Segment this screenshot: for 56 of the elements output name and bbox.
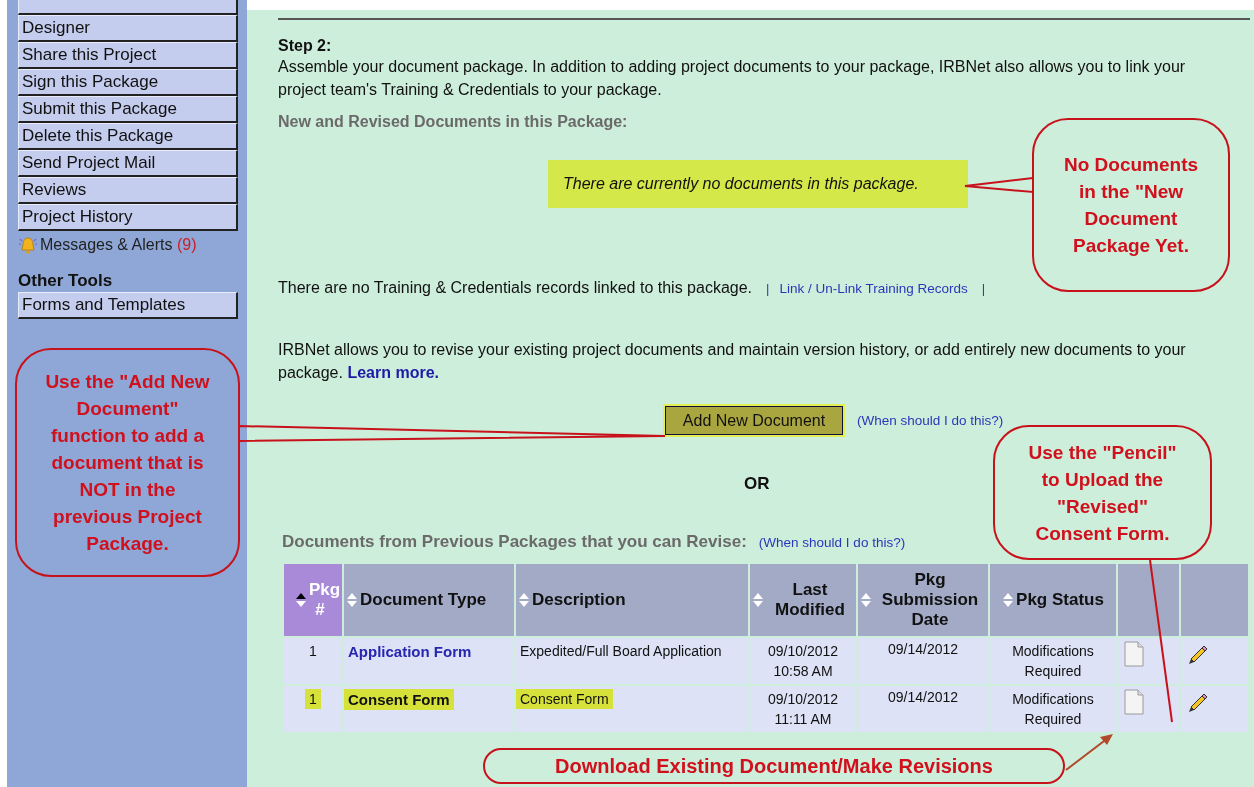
training-text: There are no Training & Credentials records linked to this package. [278, 279, 753, 297]
training-link[interactable]: Link / Un-Link Training Records [779, 281, 968, 296]
sidebar-item[interactable] [18, 0, 238, 15]
callout-pointer [964, 176, 1034, 194]
sidebar-item[interactable]: Send Project Mail [18, 150, 238, 177]
column-header[interactable]: Pkg Submission Date [857, 564, 989, 637]
intro-text: Assemble your document package. In addition to adding project documents to your package, IRBNet also allows you to link your project team's Training & Credentials to your package. [278, 57, 1187, 100]
table-cell-text: 09/10/2012 10:58 AM [766, 642, 840, 681]
separator: | [981, 281, 986, 296]
sort-icon [518, 592, 530, 608]
learn-more-link[interactable]: Learn more. [347, 364, 439, 381]
pencil-icon[interactable] [1187, 692, 1209, 714]
table-cell: 09/14/2012 [887, 689, 959, 705]
sort-icon [1002, 592, 1015, 608]
step-title: Step 2: [278, 18, 1250, 55]
help-link[interactable]: (When should I do this?) [758, 535, 906, 550]
separator: | [766, 281, 770, 296]
sort-icon [346, 592, 358, 608]
sort-icon [752, 592, 764, 608]
sidebar-item[interactable]: Forms and Templates [18, 292, 238, 319]
bell-icon [18, 235, 38, 255]
revise-text: IRBNet allows you to revise your existing project documents and maintain version history, or add entirely new documents to your package. Learn more. [278, 340, 1187, 383]
column-header[interactable]: Description [515, 564, 749, 637]
section-heading: Other Tools [18, 270, 114, 292]
add-document-button[interactable]: Add New Document [665, 406, 843, 435]
section-heading: New and Revised Documents in this Package: [278, 113, 629, 131]
table-cell-text: Expedited/Full Board Application [519, 642, 723, 661]
table-cell: 09/14/2012 [887, 641, 959, 657]
table-cell-text: 1 [308, 642, 318, 661]
column-header[interactable]: Last Modified [749, 564, 857, 637]
table-cell-text: 09/10/2012 11:11 AM [766, 690, 840, 729]
sidebar-item[interactable]: Reviews [18, 177, 238, 204]
messages-link[interactable]: Messages & Alerts (9) [40, 236, 197, 254]
table-cell: 1 [305, 689, 321, 709]
callout: Download Existing Document/Make Revisions [483, 748, 1065, 784]
sidebar-item[interactable]: Sign this Package [18, 69, 238, 96]
document-link[interactable]: Consent Form [344, 689, 454, 710]
callout: No Documents in the "New Document Package Yet. [1032, 118, 1230, 292]
empty-message: There are currently no documents in this package. [548, 160, 968, 208]
sort-icon [860, 592, 872, 608]
sidebar-item[interactable]: Project History [18, 204, 238, 231]
table-cell-text: Modifications Required [1011, 642, 1095, 681]
section-heading: Documents from Previous Packages that you can Revise: [282, 532, 747, 552]
sidebar-item[interactable]: Delete this Package [18, 123, 238, 150]
table-cell: Consent Form [516, 689, 613, 709]
sort-icon [295, 592, 307, 608]
column-header[interactable]: Document Type [343, 564, 515, 637]
or-text: OR [744, 474, 770, 493]
callout: Use the "Add New Document" function to add a document that is NOT in the previous Project Package. [15, 348, 240, 577]
sidebar-item[interactable]: Submit this Package [18, 96, 238, 123]
column-header[interactable]: Pkg Status [989, 564, 1117, 637]
table-cell-text: Modifications Required [1011, 690, 1095, 729]
sidebar-item[interactable]: Designer [18, 15, 238, 42]
sidebar-item[interactable]: Share this Project [18, 42, 238, 69]
pencil-icon[interactable] [1187, 644, 1209, 666]
leader-arrow [1065, 734, 1113, 771]
